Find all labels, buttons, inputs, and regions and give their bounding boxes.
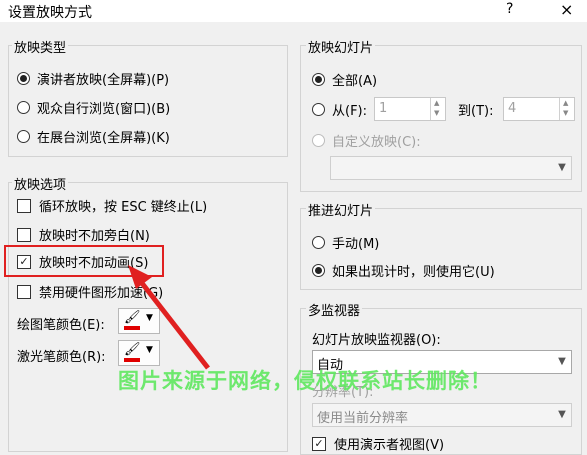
watermark-text: 图片来源于网络，侵权联系站长删除！	[118, 369, 492, 393]
